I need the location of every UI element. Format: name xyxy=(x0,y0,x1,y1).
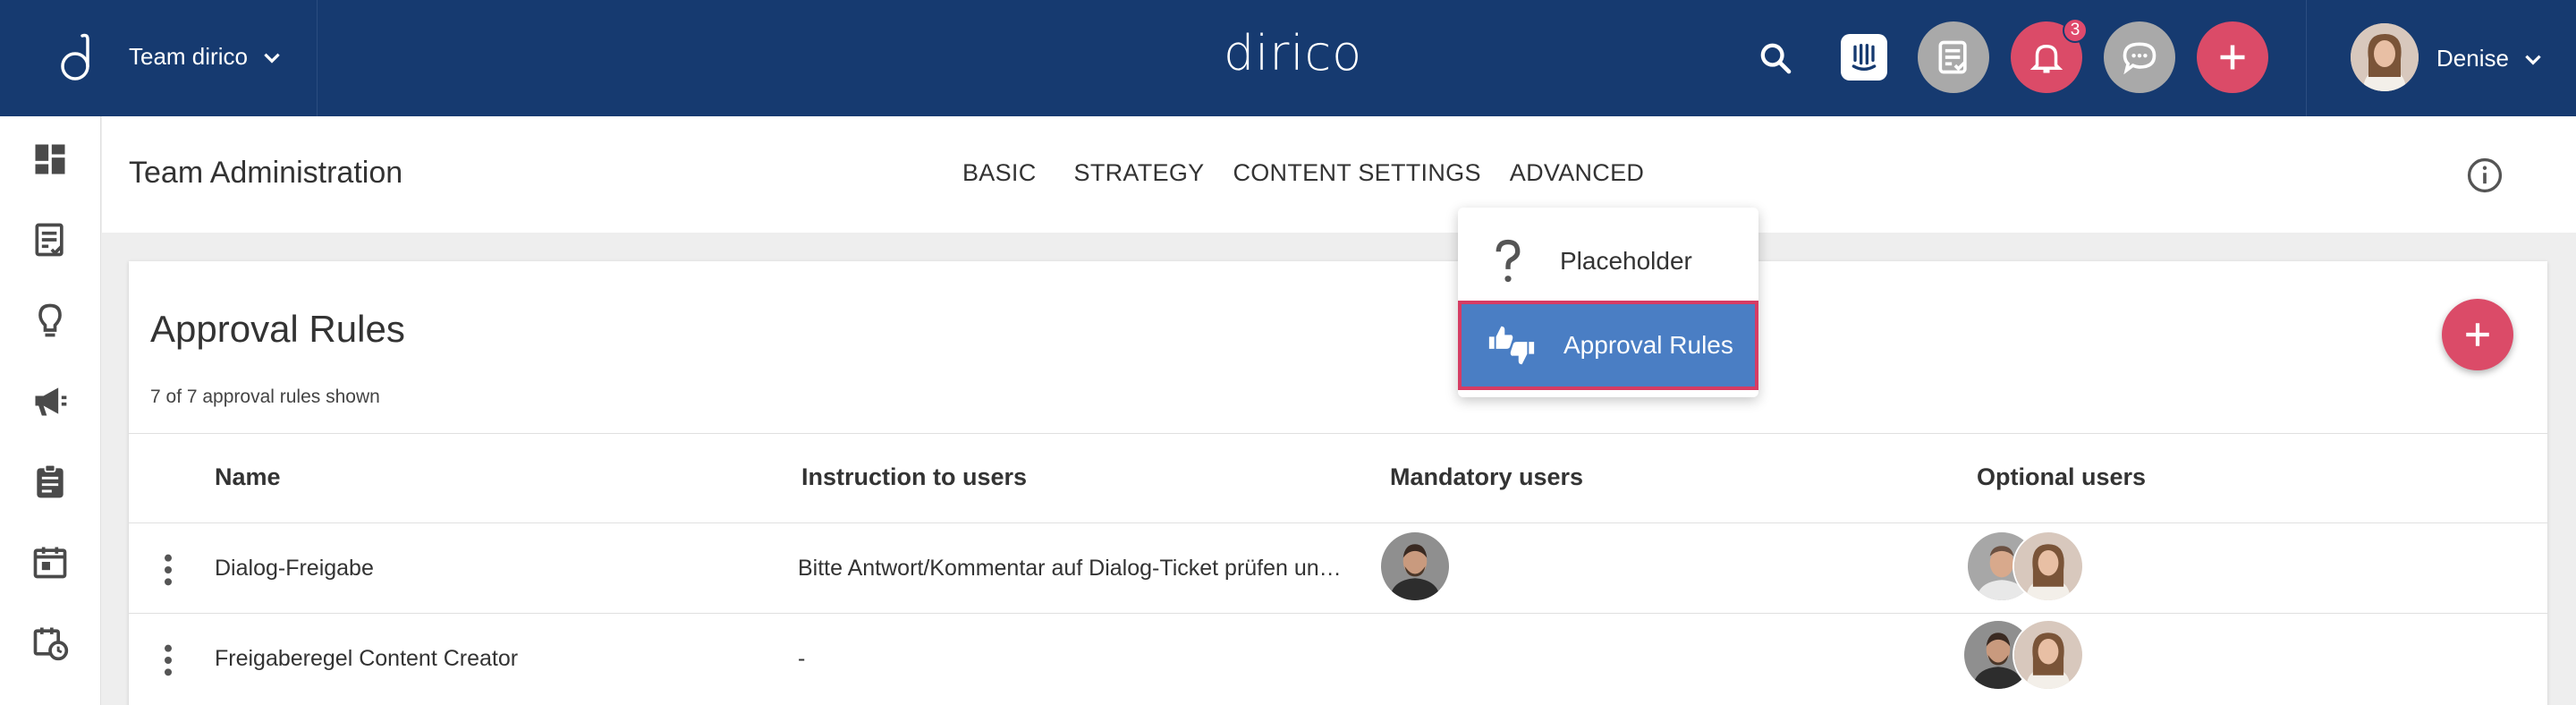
tab-basic[interactable]: BASIC xyxy=(948,159,1051,187)
user-menu[interactable]: Denise xyxy=(2436,45,2545,72)
tab-advanced[interactable]: ADVANCED xyxy=(1496,159,1658,187)
menu-item-approval-rules[interactable]: Approval Rules xyxy=(1458,301,1758,390)
add-approval-rule-button[interactable] xyxy=(2442,299,2513,370)
page-header: Team Administration BASIC STRATEGY CONTE… xyxy=(102,116,2576,233)
sidebar-item-briefings[interactable] xyxy=(25,456,75,506)
sidebar-item-tasks[interactable] xyxy=(25,215,75,265)
calendar-clock-icon xyxy=(33,627,69,661)
team-switcher[interactable]: Team dirico xyxy=(129,43,284,71)
avatar[interactable] xyxy=(2012,531,2084,602)
search-button[interactable] xyxy=(1753,36,1798,81)
user-photo xyxy=(1381,532,1449,600)
rules-count: 7 of 7 approval rules shown xyxy=(150,386,380,407)
menu-item-label: Approval Rules xyxy=(1563,331,1733,359)
bell-icon xyxy=(2029,44,2063,73)
sidebar xyxy=(0,116,101,705)
messages-button[interactable] xyxy=(2104,21,2175,93)
user-photo xyxy=(2014,532,2082,600)
question-mark-icon xyxy=(1481,234,1535,288)
intercom-icon xyxy=(1852,44,1877,71)
rule-instruction: - xyxy=(798,646,806,671)
brand-wordmark: dirico xyxy=(1224,25,1363,81)
plus-icon xyxy=(2220,45,2245,70)
more-vert-icon[interactable] xyxy=(159,642,177,678)
approval-rules-card: Approval Rules 7 of 7 approval rules sho… xyxy=(129,261,2547,705)
sidebar-item-calendar[interactable] xyxy=(25,537,75,587)
user-photo xyxy=(2014,621,2082,689)
column-header-optional-users[interactable]: Optional users xyxy=(1977,463,2146,491)
search-icon xyxy=(1760,43,1792,74)
notification-badge: 3 xyxy=(2063,18,2088,43)
rule-name: Dialog-Freigabe xyxy=(215,556,374,581)
divider xyxy=(317,0,318,116)
tab-strategy[interactable]: STRATEGY xyxy=(1060,159,1219,187)
avatar[interactable] xyxy=(1379,531,1451,602)
task-list-icon xyxy=(1938,40,1967,74)
sidebar-item-ideas[interactable] xyxy=(25,295,75,345)
create-button[interactable] xyxy=(2197,21,2268,93)
dirico-logo-icon[interactable] xyxy=(57,32,97,84)
calendar-icon xyxy=(33,547,67,579)
thumbs-up-down-icon xyxy=(1485,319,1538,372)
more-vert-icon[interactable] xyxy=(159,552,177,588)
rule-name: Freigaberegel Content Creator xyxy=(215,646,519,671)
table-row[interactable]: Freigaberegel Content Creator - xyxy=(129,614,2547,703)
menu-item-label: Placeholder xyxy=(1560,247,1692,275)
chat-bubble-icon xyxy=(2123,42,2157,75)
user-name: Denise xyxy=(2436,45,2509,72)
notifications-button[interactable]: 3 xyxy=(2011,18,2088,93)
avatar[interactable] xyxy=(2351,23,2419,91)
tab-content-settings[interactable]: CONTENT SETTINGS xyxy=(1218,159,1495,187)
chevron-down-icon xyxy=(2525,55,2541,65)
plus-icon xyxy=(2466,323,2489,346)
team-name: Team dirico xyxy=(129,43,248,70)
task-list-icon xyxy=(35,223,64,257)
avatar[interactable] xyxy=(2012,619,2084,691)
megaphone-icon xyxy=(35,387,67,416)
clipboard-icon xyxy=(37,463,64,498)
chat-widget-button[interactable] xyxy=(1841,34,1887,81)
tasks-button[interactable] xyxy=(1918,21,1989,93)
top-bar: Team dirico dirico 3 Denise xyxy=(0,0,2576,116)
column-header-instruction[interactable]: Instruction to users xyxy=(801,463,1027,491)
menu-item-placeholder[interactable]: Placeholder xyxy=(1458,220,1758,302)
column-header-mandatory-users[interactable]: Mandatory users xyxy=(1390,463,1583,491)
chevron-down-icon xyxy=(264,53,280,64)
dashboard-icon xyxy=(35,144,65,174)
sidebar-item-dashboard[interactable] xyxy=(25,134,75,184)
column-header-name[interactable]: Name xyxy=(215,463,281,491)
advanced-dropdown-menu: Placeholder Approval Rules xyxy=(1458,208,1758,397)
card-title: Approval Rules xyxy=(150,308,405,350)
info-icon[interactable] xyxy=(2465,156,2504,195)
sidebar-item-schedule[interactable] xyxy=(25,617,75,667)
table-row[interactable]: Dialog-Freigabe Bitte Antwort/Kommentar … xyxy=(129,523,2547,613)
tab-bar: BASIC STRATEGY CONTENT SETTINGS ADVANCED xyxy=(948,159,1658,187)
user-photo xyxy=(2351,23,2419,91)
page-title: Team Administration xyxy=(129,156,403,190)
rule-instruction: Bitte Antwort/Kommentar auf Dialog-Ticke… xyxy=(798,556,1342,581)
table-divider xyxy=(129,433,2547,434)
divider xyxy=(2306,0,2307,116)
lightbulb-icon xyxy=(38,303,62,337)
sidebar-item-campaigns[interactable] xyxy=(25,376,75,426)
